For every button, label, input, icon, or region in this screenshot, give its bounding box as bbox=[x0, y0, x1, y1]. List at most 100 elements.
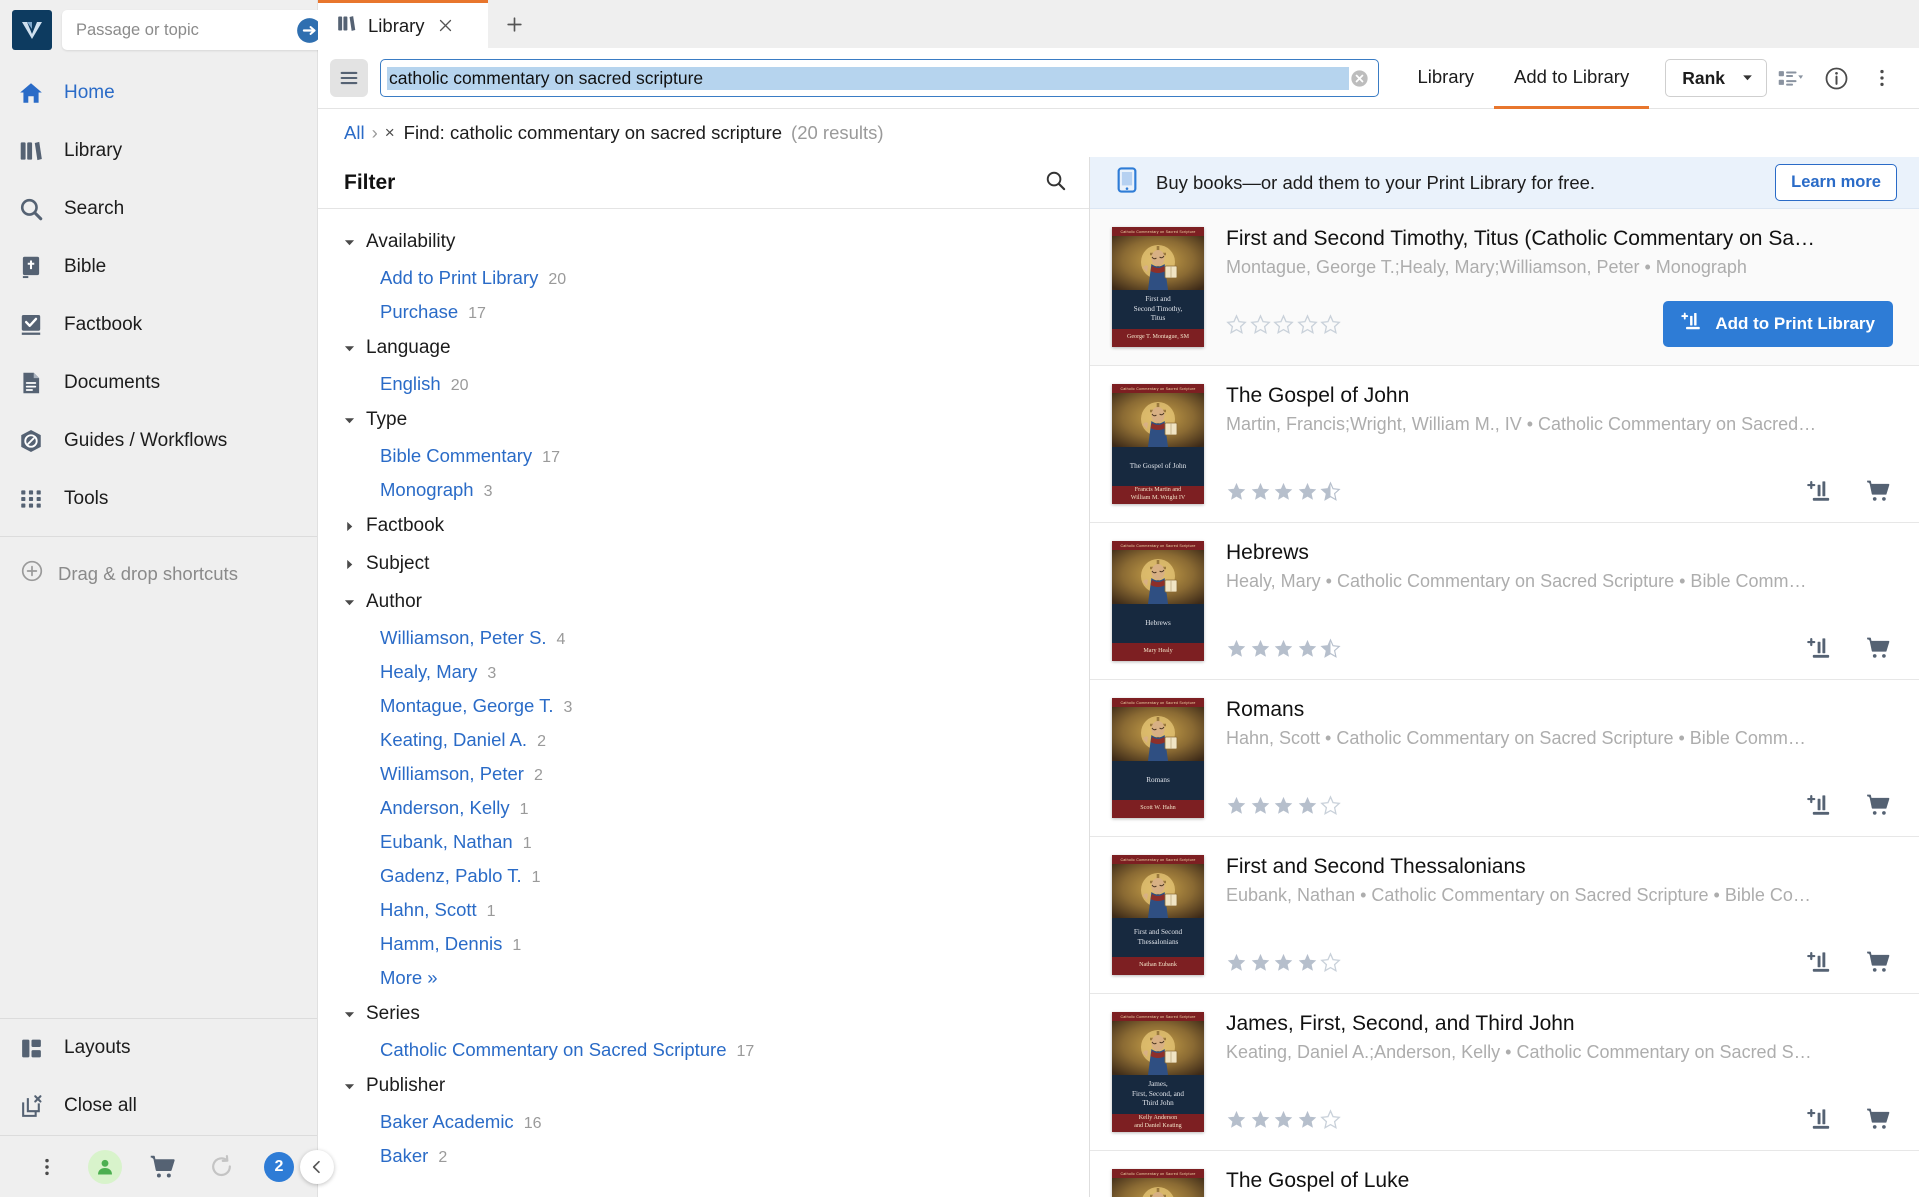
filter-group-language[interactable]: Language bbox=[318, 329, 1089, 367]
logos-w-logo-icon[interactable] bbox=[12, 10, 52, 50]
hamburger-menu-icon[interactable] bbox=[330, 59, 368, 97]
filter-item[interactable]: Add to Print Library 20 bbox=[318, 261, 1089, 295]
filter-group-type[interactable]: Type bbox=[318, 401, 1089, 439]
shopping-cart-icon[interactable] bbox=[1864, 949, 1893, 975]
result-title[interactable]: The Gospel of John bbox=[1226, 384, 1893, 408]
result-row[interactable]: Catholic Commentary on Sacred Scripture R… bbox=[1090, 680, 1919, 837]
library-search-field[interactable]: catholic commentary on sacred scripture bbox=[380, 59, 1380, 97]
filter-item[interactable]: Baker Academic 16 bbox=[318, 1105, 1089, 1139]
book-cover[interactable]: Catholic Commentary on Sacred Scripture J… bbox=[1112, 1012, 1204, 1132]
filter-group-subject[interactable]: Subject bbox=[318, 545, 1089, 583]
shopping-cart-icon[interactable] bbox=[1864, 792, 1893, 818]
shortcuts-dropzone[interactable]: Drag & drop shortcuts bbox=[0, 537, 317, 588]
book-cover[interactable]: Catholic Commentary on Sacred ScriptureT… bbox=[1112, 1169, 1204, 1197]
rating-stars[interactable] bbox=[1226, 313, 1341, 335]
breadcrumb-all-link[interactable]: All bbox=[344, 122, 365, 144]
filter-group-factbook[interactable]: Factbook bbox=[318, 507, 1089, 545]
filter-item[interactable]: Hahn, Scott 1 bbox=[318, 893, 1089, 927]
result-row[interactable]: Catholic Commentary on Sacred Scripture H… bbox=[1090, 523, 1919, 680]
passage-search-box[interactable] bbox=[62, 10, 331, 50]
shopping-cart-icon[interactable] bbox=[1864, 1106, 1893, 1132]
kebab-menu-icon[interactable] bbox=[1859, 55, 1905, 101]
search-icon[interactable] bbox=[1044, 169, 1067, 197]
shopping-cart-icon[interactable] bbox=[1864, 635, 1893, 661]
info-circle-icon[interactable] bbox=[1813, 55, 1859, 101]
sync-refresh-icon[interactable] bbox=[192, 1154, 250, 1179]
filter-item[interactable]: Anderson, Kelly 1 bbox=[318, 791, 1089, 825]
filter-item[interactable]: Bible Commentary 17 bbox=[318, 439, 1089, 473]
filter-item[interactable]: Williamson, Peter S. 4 bbox=[318, 621, 1089, 655]
filter-group-author[interactable]: Author bbox=[318, 583, 1089, 621]
book-cover[interactable]: Catholic Commentary on Sacred Scripture R… bbox=[1112, 698, 1204, 818]
filter-item[interactable]: Healy, Mary 3 bbox=[318, 655, 1089, 689]
add-to-print-library-icon[interactable] bbox=[1807, 636, 1834, 661]
sidebar-item-tools[interactable]: Tools bbox=[0, 470, 317, 528]
result-title[interactable]: James, First, Second, and Third John bbox=[1226, 1012, 1893, 1036]
add-to-print-library-icon[interactable] bbox=[1807, 1107, 1834, 1132]
filter-item[interactable]: Keating, Daniel A. 2 bbox=[318, 723, 1089, 757]
filter-item[interactable]: Baker 2 bbox=[318, 1139, 1089, 1173]
rating-stars[interactable] bbox=[1226, 951, 1341, 973]
kebab-menu-icon[interactable] bbox=[18, 1156, 76, 1178]
filter-item[interactable]: Williamson, Peter 2 bbox=[318, 757, 1089, 791]
sidebar-item-factbook[interactable]: Factbook bbox=[0, 296, 317, 354]
result-row[interactable]: Catholic Commentary on Sacred Scripture F… bbox=[1090, 837, 1919, 994]
result-row[interactable]: Catholic Commentary on Sacred Scripture J… bbox=[1090, 994, 1919, 1151]
add-to-print-library-button[interactable]: Add to Print Library bbox=[1663, 301, 1893, 347]
filter-group-availability[interactable]: Availability bbox=[318, 223, 1089, 261]
rating-stars[interactable] bbox=[1226, 638, 1341, 659]
close-icon[interactable] bbox=[436, 16, 456, 36]
user-account-icon[interactable] bbox=[76, 1149, 134, 1184]
filter-item[interactable]: Monograph 3 bbox=[318, 473, 1089, 507]
passage-search-input[interactable] bbox=[76, 20, 296, 40]
sidebar-item-guides-workflows[interactable]: Guides / Workflows bbox=[0, 412, 317, 470]
shopping-cart-icon[interactable] bbox=[134, 1153, 192, 1181]
book-cover[interactable]: Catholic Commentary on Sacred ScriptureT… bbox=[1112, 384, 1204, 504]
filter-item[interactable]: Montague, George T. 3 bbox=[318, 689, 1089, 723]
book-cover[interactable]: Catholic Commentary on Sacred Scripture H… bbox=[1112, 541, 1204, 661]
filter-item[interactable]: Purchase 17 bbox=[318, 295, 1089, 329]
filter-item[interactable]: Catholic Commentary on Sacred Scripture 1… bbox=[318, 1033, 1089, 1067]
result-row[interactable]: Catholic Commentary on Sacred Scripture T… bbox=[1090, 1151, 1919, 1197]
filter-item[interactable]: More » bbox=[318, 961, 1089, 995]
sidebar-item-layouts[interactable]: Layouts bbox=[0, 1019, 317, 1077]
filter-groups-list[interactable]: Availability Add to Print Library 20 Purcha… bbox=[318, 209, 1089, 1197]
result-title[interactable]: Hebrews bbox=[1226, 541, 1893, 565]
filter-item[interactable]: Eubank, Nathan 1 bbox=[318, 825, 1089, 859]
sidebar-item-search[interactable]: Search bbox=[0, 180, 317, 238]
breadcrumb-remove-icon[interactable]: × bbox=[385, 123, 395, 143]
rating-stars[interactable] bbox=[1226, 1108, 1341, 1130]
rating-stars[interactable] bbox=[1226, 481, 1341, 502]
filter-item[interactable]: Hamm, Dennis 1 bbox=[318, 927, 1089, 961]
add-to-print-library-icon[interactable] bbox=[1807, 950, 1834, 975]
tab-add-to-library[interactable]: Add to Library bbox=[1494, 48, 1650, 109]
rating-stars[interactable] bbox=[1226, 794, 1341, 816]
filter-group-publisher[interactable]: Publisher bbox=[318, 1067, 1089, 1105]
filter-item[interactable]: English 20 bbox=[318, 367, 1089, 401]
clear-circle-x-icon[interactable] bbox=[1349, 68, 1370, 89]
learn-more-button[interactable]: Learn more bbox=[1775, 164, 1897, 201]
book-cover[interactable]: Catholic Commentary on Sacred Scripture F… bbox=[1112, 227, 1204, 347]
filter-group-series[interactable]: Series bbox=[318, 995, 1089, 1033]
result-title[interactable]: First and Second Thessalonians bbox=[1226, 855, 1893, 879]
sidebar-item-documents[interactable]: Documents bbox=[0, 354, 317, 412]
sidebar-item-library[interactable]: Library bbox=[0, 122, 317, 180]
result-title[interactable]: First and Second Timothy, Titus (Catholi… bbox=[1226, 227, 1893, 251]
book-cover[interactable]: Catholic Commentary on Sacred Scripture F… bbox=[1112, 855, 1204, 975]
tab-library-view[interactable]: Library bbox=[1397, 48, 1494, 109]
add-to-print-library-icon[interactable] bbox=[1807, 479, 1834, 504]
sidebar-item-home[interactable]: Home bbox=[0, 64, 317, 122]
sidebar-item-bible[interactable]: Bible bbox=[0, 238, 317, 296]
chevron-left-icon[interactable] bbox=[300, 1149, 334, 1184]
new-tab-button[interactable] bbox=[488, 0, 540, 48]
add-to-print-library-icon[interactable] bbox=[1807, 793, 1834, 818]
result-row[interactable]: Catholic Commentary on Sacred Scripture T… bbox=[1090, 366, 1919, 523]
result-row[interactable]: Catholic Commentary on Sacred Scripture F… bbox=[1090, 209, 1919, 366]
search-input[interactable]: catholic commentary on sacred scripture bbox=[387, 66, 1350, 90]
result-title[interactable]: Romans bbox=[1226, 698, 1893, 722]
list-view-icon[interactable] bbox=[1767, 55, 1813, 101]
result-title[interactable]: The Gospel of Luke bbox=[1226, 1169, 1893, 1193]
rank-dropdown[interactable]: Rank bbox=[1665, 59, 1767, 97]
results-list[interactable]: Catholic Commentary on Sacred Scripture F… bbox=[1090, 209, 1919, 1197]
sidebar-item-close-all[interactable]: Close all bbox=[0, 1077, 317, 1135]
